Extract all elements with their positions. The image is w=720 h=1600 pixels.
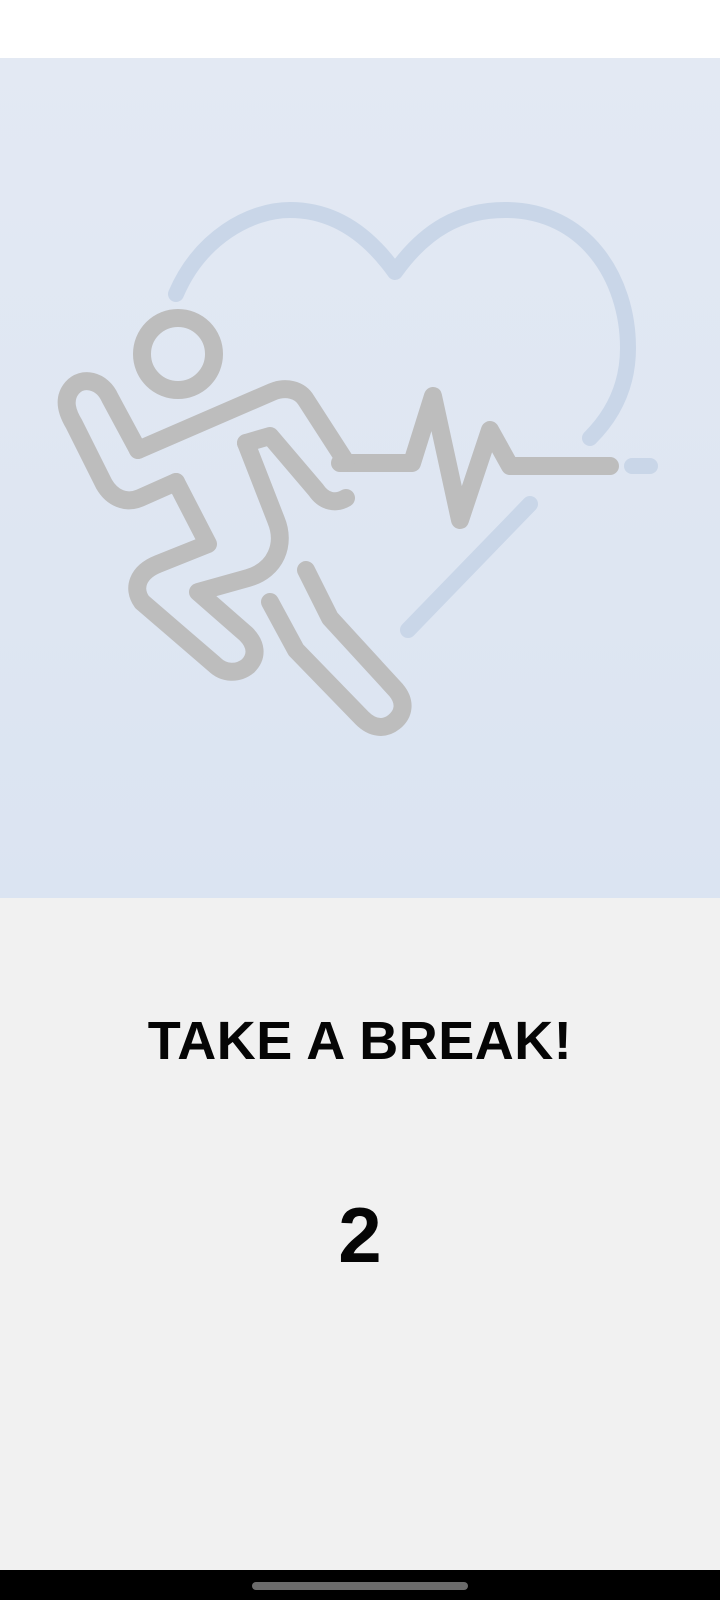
break-content: TAKE A BREAK! 2 xyxy=(0,898,720,1570)
page-title: TAKE A BREAK! xyxy=(147,1011,573,1071)
running-person-heartbeat-icon xyxy=(57,202,658,736)
heartbeat-line-icon xyxy=(331,387,619,529)
take-a-break-screen: TAKE A BREAK! 2 xyxy=(0,0,720,1600)
heart-icon xyxy=(168,202,658,638)
home-indicator[interactable] xyxy=(252,1582,468,1590)
countdown-number: 2 xyxy=(338,1191,382,1279)
system-navigation-bar xyxy=(0,1570,720,1600)
status-bar xyxy=(0,0,720,58)
hero-illustration-panel xyxy=(0,58,720,898)
running-person-icon xyxy=(57,309,412,736)
